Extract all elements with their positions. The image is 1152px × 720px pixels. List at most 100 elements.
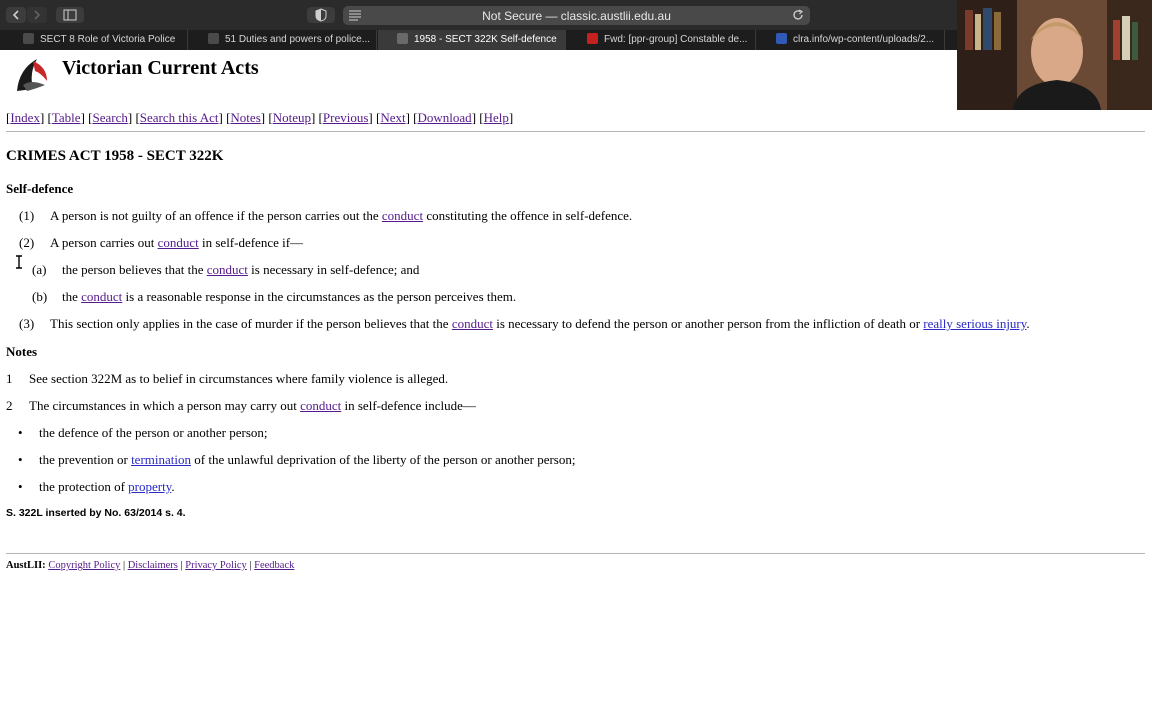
note-bullet-3: the protection of property.: [39, 479, 175, 495]
really-serious-injury-link[interactable]: really serious injury: [923, 316, 1026, 331]
tab-label: clra.info/wp-content/uploads/2...: [793, 34, 935, 45]
austlii-favicon-icon: [23, 33, 34, 44]
subsection-3-text: This section only applies in the case of…: [50, 316, 1030, 332]
privacy-shield-button[interactable]: [307, 7, 335, 23]
nav-noteup-link[interactable]: Noteup: [273, 110, 311, 125]
conduct-link[interactable]: conduct: [300, 398, 341, 413]
nav-index-link[interactable]: Index: [10, 110, 40, 125]
bullet: •: [18, 479, 23, 494]
text-span: in self-defence if—: [198, 235, 304, 250]
note-bullet-2: the prevention or termination of the unl…: [39, 452, 575, 468]
text-span: .: [1026, 316, 1030, 331]
text-span: is a reasonable response in the circumst…: [122, 289, 517, 304]
text-cursor-icon: [16, 255, 22, 269]
nav-download-link[interactable]: Download: [418, 110, 472, 125]
sidebar-icon: [63, 9, 77, 21]
note-number: 2: [6, 398, 13, 413]
paragraph-a-text: the person believes that the conduct is …: [62, 262, 419, 278]
property-link[interactable]: property: [128, 479, 171, 494]
site-title: Victorian Current Acts: [62, 57, 259, 79]
notes-heading: Notes: [6, 344, 38, 359]
text-span: the person believes that the: [62, 262, 207, 277]
paragraph-b-text: the conduct is a reasonable response in …: [62, 289, 516, 305]
feedback-link[interactable]: Feedback: [254, 560, 294, 571]
page-content: Victorian Current Acts [Index] [Table] […: [0, 50, 1152, 720]
text-span: is necessary in self-defence; and: [247, 262, 420, 277]
subsection-number: (1): [19, 208, 35, 223]
back-button[interactable]: [6, 7, 26, 23]
conduct-link[interactable]: conduct: [81, 289, 122, 304]
tab-duties-powers[interactable]: 51 Duties and powers of police...: [189, 30, 377, 50]
note-2-text: The circumstances in which a person may …: [29, 398, 476, 414]
divider: [6, 553, 1145, 554]
text-span: constituting the offence in self-defence…: [423, 208, 633, 223]
subsection-1-text: A person is not guilty of an offence if …: [50, 208, 632, 224]
tab-gmail[interactable]: Fwd: [ppr-group] Constable de...: [567, 30, 756, 50]
conduct-link[interactable]: conduct: [158, 235, 199, 250]
text-span: A person carries out: [50, 235, 158, 250]
amendment-note: S. 322L inserted by No. 63/2014 s. 4.: [6, 507, 186, 519]
reload-icon[interactable]: [792, 9, 804, 21]
text-span: in self-defence include—: [341, 398, 476, 413]
termination-link[interactable]: termination: [131, 452, 191, 467]
act-navigation: [Index] [Table] [Search] [Search this Ac…: [6, 110, 514, 125]
nav-search-this-act-link[interactable]: Search this Act: [140, 110, 219, 125]
separator: |: [120, 560, 128, 571]
paragraph-letter: (a): [32, 262, 47, 277]
tab-label: Fwd: [ppr-group] Constable de...: [604, 34, 748, 45]
tab-label: 1958 - SECT 322K Self-defence: [414, 34, 557, 45]
note-number: 1: [6, 371, 13, 386]
tab-sect-8[interactable]: SECT 8 Role of Victoria Police: [0, 30, 188, 50]
text-span: the: [62, 289, 82, 304]
nav-search-link[interactable]: Search: [92, 110, 127, 125]
text-span: the prevention or: [39, 452, 132, 467]
nav-next-link[interactable]: Next: [380, 110, 405, 125]
chevron-left-icon: [12, 10, 19, 20]
subsection-number: (2): [19, 235, 35, 250]
copyright-policy-link[interactable]: Copyright Policy: [48, 560, 120, 571]
text-span: the protection of: [39, 479, 129, 494]
forward-button[interactable]: [27, 7, 47, 23]
austlii-favicon-icon: [397, 33, 408, 44]
nav-notes-link[interactable]: Notes: [230, 110, 260, 125]
section-subheading: Self-defence: [6, 181, 74, 196]
privacy-policy-link[interactable]: Privacy Policy: [185, 560, 247, 571]
tab-label: SECT 8 Role of Victoria Police: [40, 34, 176, 45]
nav-help-link[interactable]: Help: [484, 110, 509, 125]
document-icon: [776, 33, 787, 44]
note-bullet-1: the defence of the person or another per…: [39, 425, 268, 440]
footer-brand: AustLII:: [6, 560, 46, 571]
conduct-link[interactable]: conduct: [382, 208, 423, 223]
section-heading: CRIMES ACT 1958 - SECT 322K: [6, 148, 224, 164]
text-span: The circumstances in which a person may …: [29, 398, 301, 413]
text-span: of the unlawful deprivation of the liber…: [191, 452, 576, 467]
sidebar-toggle-button[interactable]: [56, 7, 84, 23]
chevron-right-icon: [34, 10, 41, 20]
disclaimers-link[interactable]: Disclaimers: [128, 560, 178, 571]
gmail-icon: [587, 33, 598, 44]
tab-sect-322k[interactable]: 1958 - SECT 322K Self-defence: [378, 30, 566, 50]
text-span: This section only applies in the case of…: [50, 316, 452, 331]
bullet: •: [18, 452, 23, 467]
shield-icon: [315, 8, 327, 22]
tab-label: 51 Duties and powers of police...: [225, 34, 371, 45]
nav-table-link[interactable]: Table: [52, 110, 81, 125]
subsection-number: (3): [19, 316, 35, 331]
text-span: is necessary to defend the person or ano…: [492, 316, 924, 331]
conduct-link[interactable]: conduct: [207, 262, 248, 277]
note-1-text: See section 322M as to belief in circums…: [29, 371, 449, 386]
footer: AustLII: Copyright Policy | Disclaimers …: [6, 560, 294, 571]
text-span: A person is not guilty of an offence if …: [50, 208, 382, 223]
address-text: Not Secure — classic.austlii.edu.au: [482, 9, 671, 23]
paragraph-letter: (b): [32, 289, 48, 304]
nav-previous-link[interactable]: Previous: [323, 110, 369, 125]
austlii-logo-icon: [17, 59, 47, 91]
conduct-link[interactable]: conduct: [452, 316, 493, 331]
austlii-favicon-icon: [208, 33, 219, 44]
address-bar[interactable]: Not Secure — classic.austlii.edu.au: [343, 6, 810, 25]
tab-clra[interactable]: clra.info/wp-content/uploads/2...: [757, 30, 945, 50]
divider: [6, 131, 1145, 132]
bullet: •: [18, 425, 23, 440]
text-span: .: [171, 479, 175, 494]
subsection-2-text: A person carries out conduct in self-def…: [50, 235, 303, 251]
